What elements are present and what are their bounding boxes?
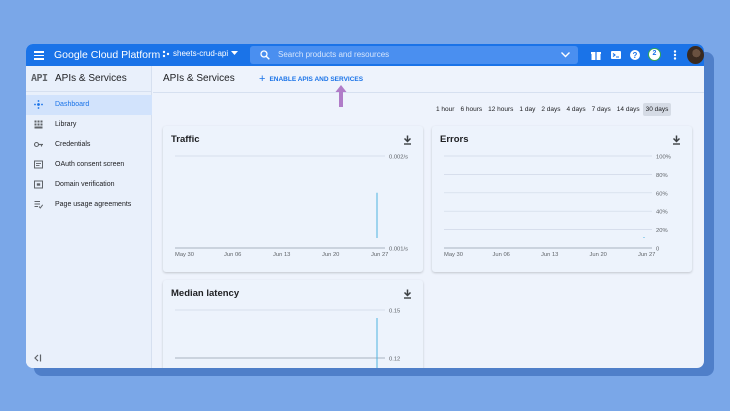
search-icon [260,50,270,60]
sidebar-item-library[interactable]: Library [26,115,152,135]
main-content: APIs & Services + ENABLE APIS AND SERVIC… [153,66,704,368]
plus-icon: + [259,73,266,85]
header-divider [153,92,704,93]
domain-icon [34,180,43,189]
browser-window: Google Cloud Platform sheets-crud-api Se… [26,44,704,368]
range-button[interactable]: 12 hours [485,103,516,116]
y-tick-label: 60% [656,191,668,197]
y-tick-label: 0.002/s [389,155,408,161]
range-button[interactable]: 14 days [614,103,643,116]
range-button[interactable]: 7 days [589,103,614,116]
sidebar-item-domain-verification[interactable]: Domain verification [26,175,152,195]
enable-apis-button[interactable]: + ENABLE APIS AND SERVICES [259,72,363,86]
time-range-selector: 1 hour 6 hours 12 hours 1 day 2 days 4 days 7 … [433,103,672,116]
sidebar-item-page-usage[interactable]: Page usage agreements [26,195,152,215]
range-button[interactable]: 2 days [538,103,563,116]
x-tick-label: Jun 13 [541,252,558,258]
x-tick-label: May 30 [444,252,463,258]
sidebar-item-label: Credentials [55,141,91,148]
cloud-shell-icon[interactable] [610,49,622,61]
range-button[interactable]: 1 day [516,103,538,116]
x-tick-label: Jun 13 [273,252,290,258]
range-button[interactable]: 4 days [563,103,588,116]
x-tick-label: Jun 20 [590,252,607,258]
errors-chart: 100% 80% 60% 40% 20% 0 May 30 Jun 06 Jun 13 Jun 2… [444,155,671,258]
gift-icon[interactable] [590,49,602,61]
y-tick-label: 0.12 [389,357,400,363]
enable-apis-label: ENABLE APIS AND SERVICES [269,75,364,83]
errors-card: Errors 100% 80% 60% 40% 20% 0 May 30 Jun 06 Jun … [432,126,692,272]
sidebar-item-dashboard[interactable]: Dashboard [26,95,152,115]
library-icon [34,120,43,129]
more-vert-icon[interactable] [669,49,681,61]
sidebar-title: APIs & Services [55,73,127,84]
y-tick-label: 20% [656,228,668,234]
sidebar-item-label: OAuth consent screen [55,161,125,168]
x-tick-label: Jun 27 [371,252,388,258]
key-icon [34,141,43,148]
traffic-chart: 0.002/s 0.001/s May 30 Jun 06 Jun 13 Jun 20 Ju… [175,155,408,258]
y-tick-label: 100% [656,155,671,161]
collapse-sidebar-icon[interactable] [34,354,44,362]
project-dots-icon [162,50,170,57]
range-button[interactable]: 6 hours [457,103,485,116]
help-icon[interactable]: ? [629,49,641,61]
top-app-bar: Google Cloud Platform sheets-crud-api Se… [26,44,704,66]
sidebar: API APIs & Services Dashboard Library Cr… [26,66,152,368]
chevron-down-icon [231,51,239,55]
dashboard-icon [34,100,43,109]
user-avatar[interactable] [687,46,704,64]
latency-card: Median latency 0.15 0.12 [163,280,423,368]
y-tick-label: 0 [656,247,659,253]
y-tick-label: 0.15 [389,309,400,315]
project-name: sheets-crud-api [173,49,229,58]
sidebar-item-label: Domain verification [55,181,115,188]
search-bar[interactable]: Search products and resources [250,46,578,64]
svg-text:?: ? [633,51,638,60]
traffic-card: Traffic 0.002/s 0.001/s May 30 Jun 06 Jun 13… [163,126,423,272]
x-tick-label: Jun 06 [493,252,510,258]
search-input[interactable]: Search products and resources [278,50,389,59]
range-button[interactable]: 30 days [642,103,672,116]
x-tick-label: Jun 27 [638,252,655,258]
agreements-icon [34,201,43,209]
x-tick-label: Jun 20 [322,252,339,258]
page-title: APIs & Services [163,73,235,84]
annotation-arrow-icon [335,85,347,107]
consent-icon [34,160,43,169]
menu-icon[interactable] [32,48,46,62]
y-tick-label: 0.001/s [389,247,408,253]
notification-badge[interactable]: 2 [648,48,661,61]
y-tick-label: 40% [656,210,668,216]
project-selector[interactable]: sheets-crud-api [162,49,239,58]
latency-chart: 0.15 0.12 [175,309,400,368]
sidebar-item-oauth-consent[interactable]: OAuth consent screen [26,155,152,175]
sidebar-item-credentials[interactable]: Credentials [26,135,152,155]
sidebar-header: API APIs & Services [26,66,152,92]
x-tick-label: May 30 [175,252,194,258]
api-logo: API [31,73,48,84]
y-tick-label: 80% [656,173,668,179]
range-button[interactable]: 1 hour [433,103,457,116]
expand-search-icon[interactable] [561,51,570,59]
sidebar-item-label: Dashboard [55,101,90,108]
sidebar-item-label: Page usage agreements [55,201,132,208]
sidebar-item-label: Library [55,121,77,128]
x-tick-label: Jun 06 [224,252,241,258]
brand-title[interactable]: Google Cloud Platform [54,49,160,61]
